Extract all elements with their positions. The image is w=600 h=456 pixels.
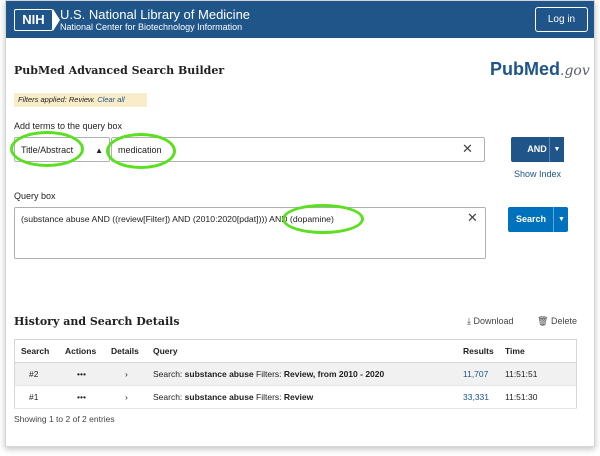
query-cell: Search: substance abuse Filters: Review <box>153 385 463 409</box>
download-icon: ⤓ <box>467 316 471 326</box>
col-search: Search <box>14 339 65 363</box>
query-cell: Search: substance abuse Filters: Review,… <box>153 362 463 386</box>
search-number: #2 <box>14 362 65 386</box>
history-title: History and Search Details <box>14 315 180 328</box>
search-number: #1 <box>14 385 65 409</box>
table-row: #1 ••• › Search: substance abuse Filters… <box>14 385 577 409</box>
annotation-circle-term <box>106 133 176 169</box>
pubmed-logo[interactable]: PubMed.gov <box>490 59 590 80</box>
filters-label: Filters: <box>256 369 282 379</box>
library-subtitle: National Center for Biotechnology Inform… <box>60 22 243 32</box>
select-arrows-icon: ▲ <box>95 146 103 155</box>
actions-menu-icon[interactable]: ••• <box>65 362 111 386</box>
query-term: substance abuse <box>184 392 254 402</box>
col-actions: Actions <box>65 339 111 363</box>
delete-label: Delete <box>550 316 577 326</box>
col-results: Results <box>463 339 505 363</box>
logo-med: Med <box>524 59 560 79</box>
results-link[interactable]: 33,331 <box>463 385 505 409</box>
annotation-circle-dopamine <box>282 204 364 234</box>
showing-entries-text: Showing 1 to 2 of 2 entries <box>14 414 115 424</box>
show-index-link[interactable]: Show Index <box>514 169 561 179</box>
query-prefix: Search: <box>153 369 183 379</box>
query-box-label: Query box <box>14 191 56 201</box>
delete-button[interactable]: 🗑 Delete <box>537 316 577 327</box>
logo-pub: Pub <box>490 59 524 79</box>
download-label: Download <box>473 316 514 326</box>
nih-header: NIH U.S. National Library of Medicine Na… <box>6 1 594 38</box>
filters-applied-text: Filters applied: Review. <box>18 95 96 104</box>
clear-term-icon[interactable]: ✕ <box>462 141 473 157</box>
search-dropdown-icon[interactable]: ▼ <box>553 207 569 232</box>
table-header-row: Search Actions Details Query Results Tim… <box>14 339 577 363</box>
trash-icon: 🗑 <box>537 316 549 326</box>
history-table: Search Actions Details Query Results Tim… <box>14 339 577 409</box>
clear-query-icon[interactable]: ✕ <box>467 210 478 226</box>
query-filters: Review, from 2010 - 2020 <box>283 369 385 379</box>
table-row: #2 ••• › Search: substance abuse Filters… <box>14 362 577 386</box>
col-query: Query <box>153 339 463 363</box>
query-box[interactable]: (substance abuse AND ((review[Filter]) A… <box>14 207 486 259</box>
library-title[interactable]: U.S. National Library of Medicine <box>60 7 250 22</box>
time-cell: 11:51:30 <box>505 385 577 409</box>
login-button[interactable]: Log in <box>535 7 588 32</box>
page-title: PubMed Advanced Search Builder <box>14 64 225 77</box>
operator-dropdown-icon[interactable]: ▼ <box>549 137 564 162</box>
results-link[interactable]: 11,707 <box>463 362 505 386</box>
annotation-circle-field <box>10 131 84 167</box>
col-time: Time <box>505 339 577 363</box>
filters-applied-bar: Filters applied: Review. Clear all <box>14 93 147 107</box>
query-prefix: Search: <box>153 392 183 402</box>
browser-frame: NIH U.S. National Library of Medicine Na… <box>5 0 595 447</box>
query-term: substance abuse <box>184 369 254 379</box>
time-cell: 11:51:51 <box>505 362 577 386</box>
actions-menu-icon[interactable]: ••• <box>65 385 111 409</box>
logo-gov: .gov <box>560 63 590 79</box>
col-details: Details <box>111 339 153 363</box>
details-chevron-icon[interactable]: › <box>111 385 153 409</box>
nih-logo[interactable]: NIH <box>14 8 60 31</box>
clear-all-link[interactable]: Clear all <box>97 95 125 104</box>
filters-label: Filters: <box>256 392 282 402</box>
download-button[interactable]: ⤓ Download <box>467 316 514 327</box>
details-chevron-icon[interactable]: › <box>111 362 153 386</box>
add-terms-label: Add terms to the query box <box>14 121 123 131</box>
query-filters: Review <box>283 392 314 402</box>
